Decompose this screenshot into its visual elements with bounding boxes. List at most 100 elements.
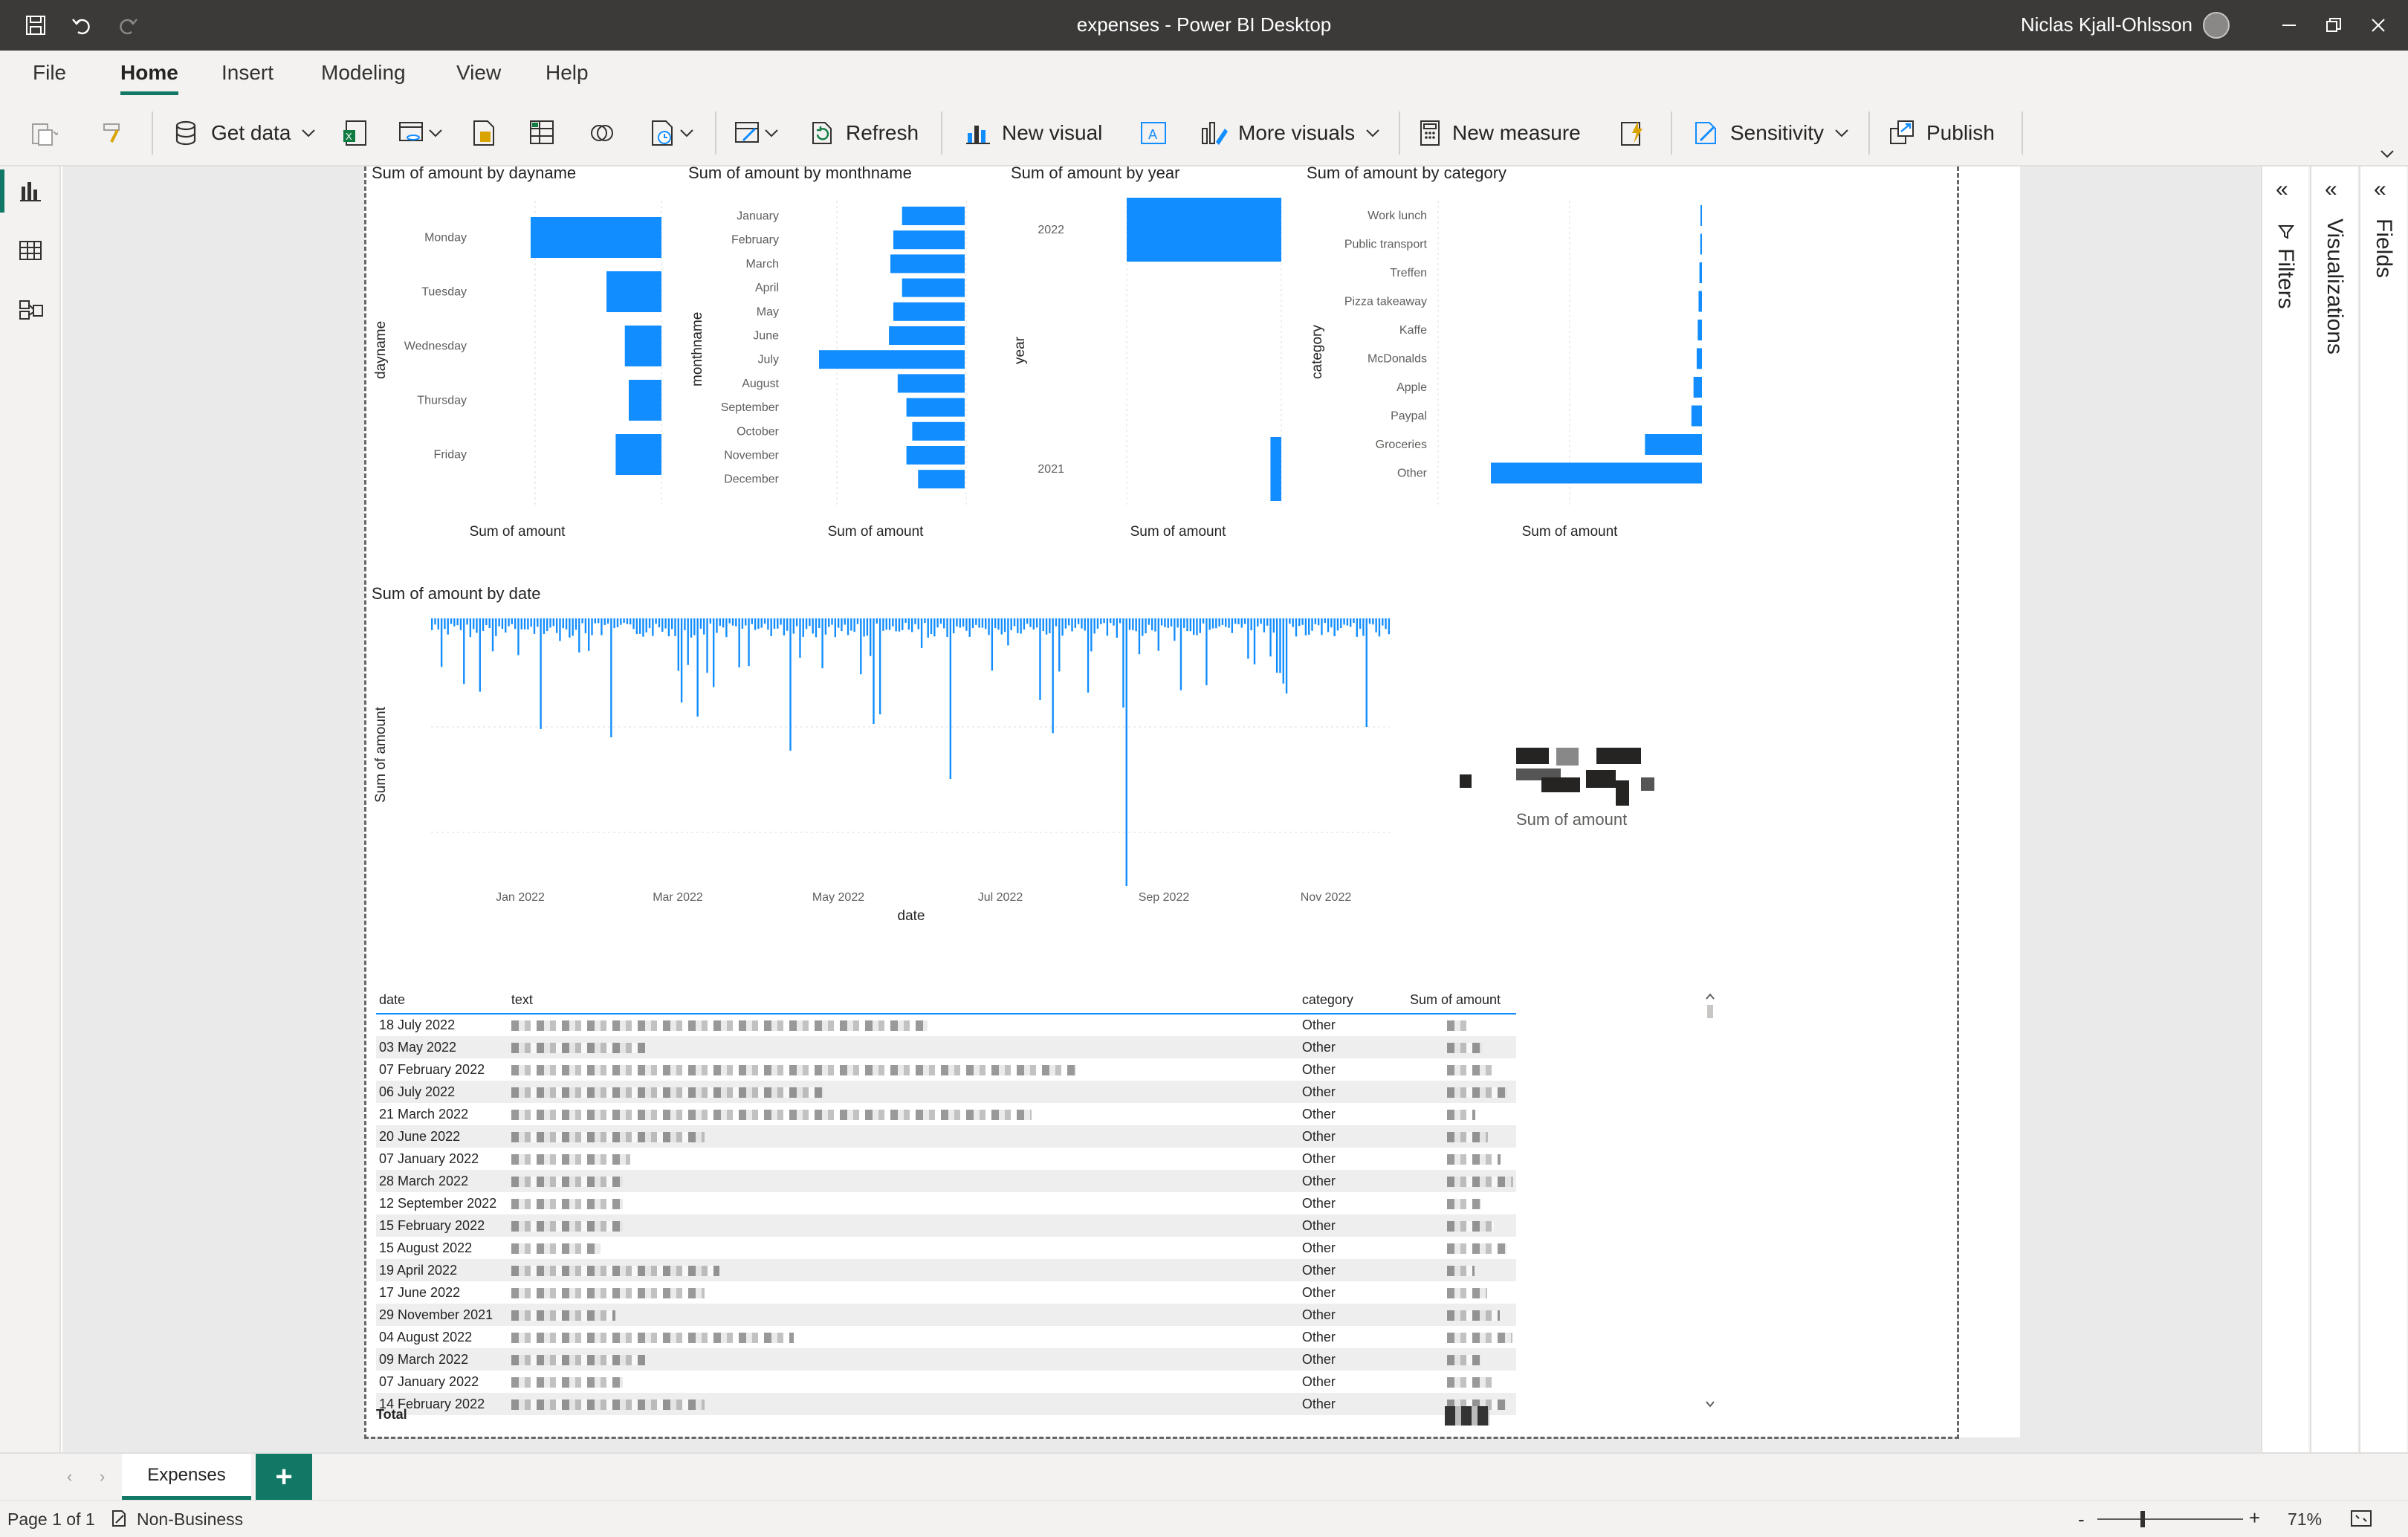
date-column[interactable] <box>844 618 846 625</box>
date-column[interactable] <box>818 618 821 629</box>
date-column[interactable] <box>440 618 443 667</box>
date-column[interactable] <box>635 618 638 635</box>
fit-to-page-icon[interactable] <box>2350 1510 2372 1527</box>
date-column[interactable] <box>1253 618 1256 664</box>
date-column[interactable] <box>434 618 436 625</box>
date-column[interactable] <box>674 618 676 636</box>
date-column[interactable] <box>1205 618 1208 685</box>
date-column[interactable] <box>1160 618 1163 626</box>
date-column[interactable] <box>773 618 776 630</box>
date-column[interactable] <box>472 618 475 630</box>
date-column[interactable] <box>965 618 968 631</box>
date-column[interactable] <box>956 618 958 627</box>
date-column[interactable] <box>738 618 740 667</box>
date-column[interactable] <box>952 618 955 634</box>
date-column[interactable] <box>1003 618 1006 632</box>
date-column[interactable] <box>821 618 823 669</box>
date-column[interactable] <box>1023 618 1026 630</box>
date-column[interactable] <box>895 618 897 632</box>
table-row[interactable]: 07 January 2022 Other <box>376 1371 1516 1393</box>
date-column[interactable] <box>1279 618 1281 673</box>
date-column[interactable] <box>997 618 1000 630</box>
date-column[interactable] <box>748 618 750 667</box>
category-bar-0[interactable] <box>1700 205 1702 226</box>
date-column[interactable] <box>873 618 875 724</box>
date-column[interactable] <box>777 618 779 629</box>
date-column[interactable] <box>885 618 887 630</box>
date-column[interactable] <box>562 618 564 629</box>
date-column[interactable] <box>658 618 661 628</box>
date-column[interactable] <box>1142 618 1144 636</box>
date-column[interactable] <box>809 618 811 627</box>
category-bar-8[interactable] <box>1645 434 1702 455</box>
zoom-in-button[interactable]: + <box>2249 1507 2260 1530</box>
date-column[interactable] <box>1298 618 1301 627</box>
date-column[interactable] <box>847 618 849 635</box>
date-column[interactable] <box>1132 618 1134 630</box>
date-column[interactable] <box>696 618 699 717</box>
close-icon[interactable] <box>2363 10 2393 40</box>
date-column[interactable] <box>1266 618 1269 626</box>
date-column[interactable] <box>1177 618 1179 628</box>
date-column[interactable] <box>763 618 766 624</box>
date-column[interactable] <box>1353 618 1355 624</box>
restore-icon[interactable] <box>2319 10 2349 40</box>
avatar[interactable] <box>2203 12 2230 39</box>
date-column[interactable] <box>552 618 555 627</box>
monthname-bar-9[interactable] <box>912 421 965 441</box>
date-column[interactable] <box>837 618 840 628</box>
date-column[interactable] <box>1042 618 1044 631</box>
category-bar-4[interactable] <box>1697 320 1702 340</box>
date-column[interactable] <box>1074 618 1077 628</box>
date-column[interactable] <box>588 618 590 651</box>
date-column[interactable] <box>1125 618 1127 886</box>
date-column[interactable] <box>786 618 789 631</box>
table-row[interactable]: 29 November 2021 Other <box>376 1304 1516 1326</box>
date-column[interactable] <box>610 618 612 737</box>
transform-data-button[interactable] <box>733 116 780 150</box>
date-column[interactable] <box>1020 618 1022 634</box>
data-hub-button[interactable] <box>397 116 444 150</box>
date-column[interactable] <box>581 618 583 624</box>
date-column[interactable] <box>463 618 465 685</box>
date-column[interactable] <box>933 618 936 637</box>
date-column[interactable] <box>1113 618 1115 626</box>
date-column[interactable] <box>1327 618 1330 632</box>
date-column[interactable] <box>1228 618 1230 628</box>
fields-pane[interactable]: « Fields <box>2359 166 2407 1452</box>
date-column[interactable] <box>517 618 520 656</box>
date-column[interactable] <box>1017 618 1019 633</box>
date-column[interactable] <box>1167 618 1169 628</box>
date-column[interactable] <box>731 618 734 626</box>
date-column[interactable] <box>578 618 580 653</box>
date-column[interactable] <box>1199 618 1201 633</box>
date-column[interactable] <box>834 618 837 638</box>
date-column[interactable] <box>664 618 667 629</box>
date-column[interactable] <box>1026 618 1029 624</box>
date-column[interactable] <box>722 618 725 628</box>
tab-home[interactable]: Home <box>120 61 178 95</box>
date-column[interactable] <box>1010 618 1012 630</box>
dayname-bar-2[interactable] <box>624 326 661 366</box>
refresh-button[interactable]: Refresh <box>807 116 919 150</box>
expand-fields-icon[interactable]: « <box>2374 177 2386 202</box>
date-column[interactable] <box>1135 618 1137 632</box>
new-visual-button[interactable]: New visual <box>963 116 1102 150</box>
category-bar-6[interactable] <box>1693 377 1702 398</box>
date-column[interactable] <box>523 618 526 630</box>
table-row[interactable]: 19 April 2022 Other <box>376 1259 1516 1281</box>
date-column[interactable] <box>1275 618 1278 673</box>
date-column[interactable] <box>1013 618 1016 627</box>
date-column[interactable] <box>767 618 769 630</box>
table-row[interactable]: 09 March 2022 Other <box>376 1348 1516 1371</box>
table-row[interactable]: 28 March 2022 Other <box>376 1170 1516 1192</box>
date-column[interactable] <box>1202 618 1205 624</box>
date-column[interactable] <box>1285 618 1288 694</box>
table-view-icon[interactable] <box>13 233 48 268</box>
date-column[interactable] <box>642 618 644 637</box>
date-column[interactable] <box>719 618 721 627</box>
date-column[interactable] <box>703 618 705 635</box>
date-column[interactable] <box>456 618 459 626</box>
table-row[interactable]: 20 June 2022 Other <box>376 1125 1516 1148</box>
date-column[interactable] <box>616 618 619 627</box>
